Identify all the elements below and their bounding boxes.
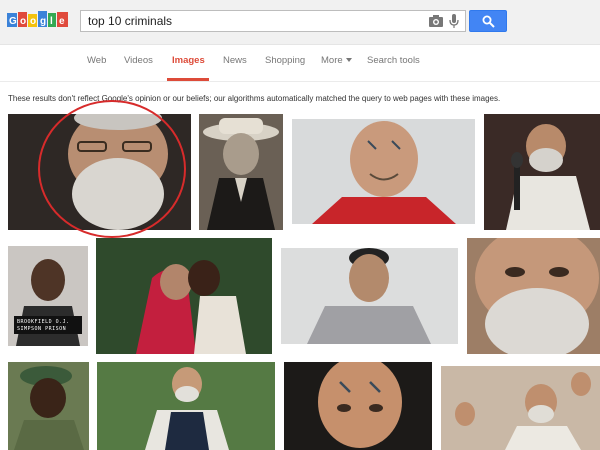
result-image-man-in-beret[interactable] <box>8 362 89 450</box>
tab-videos[interactable]: Videos <box>124 55 153 66</box>
result-image-man-in-jacket[interactable] <box>281 248 458 344</box>
result-image-man-raising-hands[interactable] <box>441 366 600 450</box>
portrait-illustration <box>292 119 475 224</box>
portrait-illustration <box>284 362 432 450</box>
svg-text:e: e <box>59 16 65 27</box>
svg-text:o: o <box>20 16 26 27</box>
svg-text:G: G <box>9 16 17 27</box>
result-image-man-at-microphone[interactable] <box>484 114 600 230</box>
highlight-circle-annotation <box>38 100 186 238</box>
svg-text:g: g <box>40 16 46 27</box>
search-query-text: top 10 criminals <box>88 14 173 28</box>
portrait-illustration <box>199 114 283 230</box>
camera-icon[interactable] <box>429 15 443 27</box>
active-tab-indicator <box>167 78 209 81</box>
result-image-tattooed-face[interactable] <box>292 119 475 224</box>
tab-search-tools[interactable]: Search tools <box>367 55 420 66</box>
tab-images[interactable]: Images <box>172 55 205 66</box>
microphone-icon[interactable] <box>449 14 459 29</box>
tab-news[interactable]: News <box>223 55 247 66</box>
search-nav-bar: Web Videos Images News Shopping More Sea… <box>0 45 600 82</box>
result-image-tattooed-face-2[interactable] <box>284 362 432 450</box>
portrait-illustration <box>467 238 600 354</box>
google-doodle-logo[interactable]: G o o g l e <box>7 10 69 30</box>
mugshot-placard-line2: SIMPSON PRISON <box>17 326 67 332</box>
tab-more-label: More <box>321 55 343 66</box>
tab-web[interactable]: Web <box>87 55 106 66</box>
svg-text:o: o <box>30 16 36 27</box>
search-input[interactable]: top 10 criminals <box>80 10 466 32</box>
search-icon <box>482 15 495 28</box>
result-image-man-in-garden[interactable] <box>97 362 275 450</box>
chevron-down-icon <box>345 58 352 63</box>
portrait-illustration <box>96 238 272 354</box>
tab-more[interactable]: More <box>321 55 352 66</box>
tab-shopping[interactable]: Shopping <box>265 55 305 66</box>
svg-text:l: l <box>50 16 53 27</box>
portrait-illustration <box>281 248 458 344</box>
result-image-mugshot[interactable]: BROOKFIELD O.J. SIMPSON PRISON <box>8 246 88 346</box>
portrait-illustration <box>8 362 89 450</box>
portrait-illustration <box>484 114 600 230</box>
mugshot-placard-line1: BROOKFIELD O.J. <box>17 319 70 325</box>
top-bar: G o o g l e top 10 criminals <box>0 0 600 45</box>
search-button[interactable] <box>469 10 507 32</box>
result-image-man-in-fedora[interactable] <box>199 114 283 230</box>
result-image-couple-kissing[interactable] <box>96 238 272 354</box>
portrait-illustration <box>441 366 600 450</box>
result-image-closeup-white-beard[interactable] <box>467 238 600 354</box>
portrait-illustration <box>97 362 275 450</box>
results-disclaimer: These results don't reflect Google's opi… <box>8 94 501 103</box>
